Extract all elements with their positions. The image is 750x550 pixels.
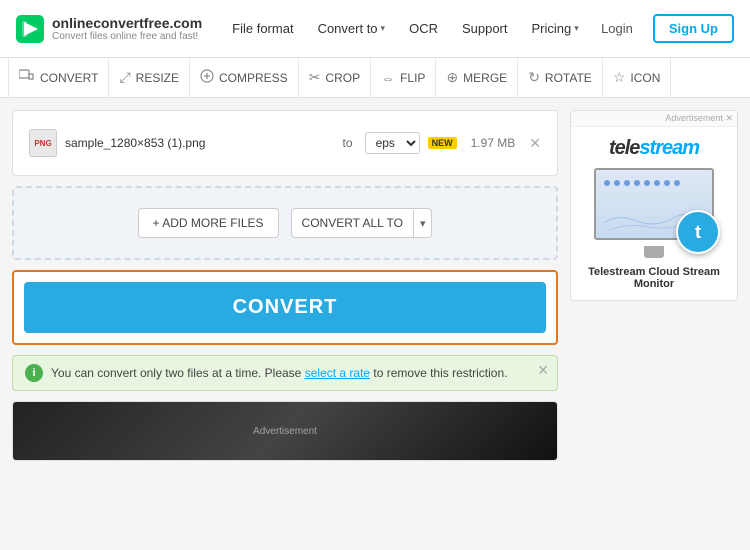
- drop-zone: + ADD MORE FILES CONVERT ALL TO ▾: [12, 186, 558, 260]
- file-area: PNG sample_1280×853 (1).png to eps jpg p…: [12, 110, 558, 176]
- screen-dot: [674, 180, 680, 186]
- info-close-button[interactable]: ✕: [537, 362, 549, 379]
- icon-tool-icon: ☆: [613, 69, 626, 86]
- convert-toolbar-icon: [19, 69, 35, 86]
- login-button[interactable]: Login: [593, 17, 641, 40]
- nav-ocr[interactable]: OCR: [399, 15, 448, 42]
- ad-bottom-content: Advertisement: [13, 401, 557, 461]
- site-title: onlineconvertfree.com: [52, 15, 202, 32]
- toolbar-resize-label: RESIZE: [136, 71, 179, 85]
- convert-all-button[interactable]: CONVERT ALL TO: [292, 209, 413, 237]
- nav-convert-to[interactable]: Convert to ▾: [308, 15, 396, 42]
- toolbar-crop[interactable]: ✂ CROP: [299, 58, 371, 98]
- resize-icon: ⤢: [119, 69, 130, 86]
- select-rate-link[interactable]: select a rate: [305, 366, 370, 380]
- logo-icon: [16, 15, 44, 43]
- main-nav: File format Convert to ▾ OCR Support Pri…: [222, 15, 593, 42]
- toolbar-merge[interactable]: ⊕ MERGE: [436, 58, 518, 98]
- file-close-button[interactable]: ✕: [529, 135, 541, 152]
- telestream-logo: telestream: [609, 137, 699, 160]
- ad-bottom-banner: Advertisement: [12, 401, 558, 461]
- main-content: PNG sample_1280×853 (1).png to eps jpg p…: [0, 98, 750, 473]
- toolbar-crop-label: CROP: [325, 71, 360, 85]
- ad-label: Advertisement ✕: [571, 111, 737, 127]
- toolbar-merge-label: MERGE: [463, 71, 507, 85]
- telestream-badge: t: [676, 210, 720, 254]
- rotate-icon: ↻: [528, 69, 540, 86]
- toolbar-convert[interactable]: CONVERT: [8, 58, 109, 98]
- convert-section: CONVERT: [12, 270, 558, 345]
- ad-panel: Advertisement ✕ telestream: [570, 110, 738, 301]
- toolbar-resize[interactable]: ⤢ RESIZE: [109, 58, 190, 98]
- nav-pricing[interactable]: Pricing ▾: [522, 15, 589, 42]
- header: onlineconvertfree.com Convert files onli…: [0, 0, 750, 58]
- screen-dot: [624, 180, 630, 186]
- signup-button[interactable]: Sign Up: [653, 14, 734, 43]
- header-actions: Login Sign Up: [593, 14, 734, 43]
- file-row: PNG sample_1280×853 (1).png to eps jpg p…: [29, 123, 541, 163]
- right-panel: Advertisement ✕ telestream: [570, 110, 738, 461]
- toolbar-rotate[interactable]: ↻ ROTATE: [518, 58, 603, 98]
- crop-icon: ✂: [309, 69, 321, 86]
- file-name: sample_1280×853 (1).png: [65, 136, 335, 150]
- flip-icon: ⇔: [381, 70, 395, 86]
- ad-caption: Telestream Cloud Stream Monitor: [581, 266, 727, 290]
- toolbar-rotate-label: ROTATE: [545, 71, 592, 85]
- format-select[interactable]: eps jpg png pdf svg: [365, 132, 420, 154]
- info-icon: i: [25, 364, 43, 382]
- toolbar-flip[interactable]: ⇔ FLIP: [371, 58, 436, 98]
- toolbar-compress[interactable]: COMPRESS: [190, 58, 299, 98]
- file-to-label: to: [343, 136, 353, 150]
- screen-dot: [654, 180, 660, 186]
- screen-dots: [604, 180, 704, 186]
- compress-icon: [200, 69, 214, 86]
- ad-content: telestream: [571, 127, 737, 300]
- convert-all-dropdown[interactable]: ▾: [413, 210, 432, 237]
- add-files-button[interactable]: + ADD MORE FILES: [138, 208, 279, 238]
- toolbar-convert-label: CONVERT: [40, 71, 98, 85]
- new-badge: NEW: [428, 137, 457, 149]
- convert-button[interactable]: CONVERT: [24, 282, 546, 333]
- screen-dot: [604, 180, 610, 186]
- logo-area: onlineconvertfree.com Convert files onli…: [16, 15, 202, 43]
- left-panel: PNG sample_1280×853 (1).png to eps jpg p…: [12, 110, 558, 461]
- nav-support[interactable]: Support: [452, 15, 518, 42]
- chevron-down-icon: ▾: [381, 23, 386, 34]
- file-type-icon: PNG: [29, 129, 57, 157]
- info-text: You can convert only two files at a time…: [51, 366, 507, 380]
- screen-dot: [614, 180, 620, 186]
- monitor-stand: [644, 246, 664, 258]
- toolbar-icon[interactable]: ☆ ICON: [603, 58, 672, 98]
- ad-placeholder-text: Advertisement: [253, 426, 317, 437]
- chevron-down-icon-pricing: ▾: [574, 23, 579, 34]
- toolbar: CONVERT ⤢ RESIZE COMPRESS ✂ CROP ⇔ FLIP …: [0, 58, 750, 98]
- screen-dot: [664, 180, 670, 186]
- screen-dot: [644, 180, 650, 186]
- merge-icon: ⊕: [446, 69, 458, 86]
- file-size: 1.97 MB: [471, 136, 516, 150]
- info-banner: i You can convert only two files at a ti…: [12, 355, 558, 391]
- toolbar-icon-label: ICON: [630, 71, 660, 85]
- nav-file-format[interactable]: File format: [222, 15, 303, 42]
- toolbar-compress-label: COMPRESS: [219, 71, 288, 85]
- screen-dot: [634, 180, 640, 186]
- toolbar-flip-label: FLIP: [400, 71, 425, 85]
- monitor-graphic: t: [584, 168, 724, 258]
- logo-text: onlineconvertfree.com Convert files onli…: [52, 15, 202, 43]
- site-subtitle: Convert files online free and fast!: [52, 31, 202, 42]
